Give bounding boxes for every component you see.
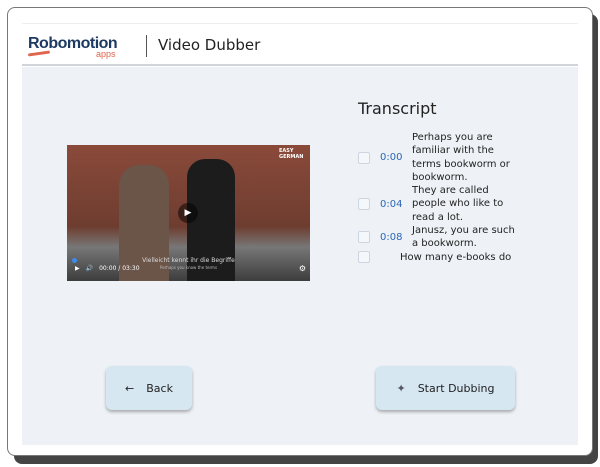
- transcript-text: How many e-books do: [400, 251, 512, 263]
- back-button[interactable]: ← Back: [106, 366, 192, 410]
- settings-icon[interactable]: ⚙: [299, 264, 306, 273]
- transcript-text: They are called people who like to read …: [412, 185, 504, 223]
- start-dubbing-button[interactable]: ✦ Start Dubbing: [376, 366, 515, 410]
- start-dubbing-label: Start Dubbing: [417, 381, 495, 395]
- main-content: EASY GERMAN ▶ Vielleicht kennt ihr die B…: [22, 67, 578, 445]
- header-divider: [146, 35, 147, 57]
- header: Robomotion apps Video Dubber: [22, 23, 578, 66]
- arrow-left-icon: ←: [125, 381, 135, 395]
- timestamp[interactable]: 0:08: [380, 232, 404, 243]
- back-label: Back: [146, 381, 173, 395]
- transcript-title: Transcript: [358, 99, 437, 118]
- transcript-row: How many e-books do: [356, 251, 536, 264]
- progress-handle[interactable]: [72, 258, 77, 263]
- play-icon[interactable]: ▶: [75, 265, 80, 272]
- watermark: EASY GERMAN: [279, 148, 304, 160]
- video-player[interactable]: EASY GERMAN ▶ Vielleicht kennt ihr die B…: [67, 145, 310, 281]
- subtitle-de: Vielleicht kennt ihr die Begriffe: [142, 257, 235, 264]
- transcript-text: Perhaps you are familiar with the terms …: [412, 132, 510, 183]
- timestamp[interactable]: 0:00: [380, 152, 404, 163]
- transcript-text: Janusz, you are such a bookworm.: [412, 225, 515, 250]
- row-checkbox[interactable]: [358, 231, 370, 244]
- row-checkbox[interactable]: [358, 151, 370, 164]
- transcript-row: 0:00 Perhaps you are familiar with the te…: [356, 131, 536, 184]
- center-play-button[interactable]: ▶: [178, 203, 198, 223]
- row-checkbox[interactable]: [358, 198, 370, 211]
- time-display: 00:00 / 03:30: [99, 265, 140, 272]
- row-checkbox[interactable]: [358, 251, 370, 264]
- app-title: Video Dubber: [158, 36, 261, 54]
- volume-icon[interactable]: 🔊: [86, 265, 93, 272]
- transcript-row: 0:04 They are called people who like to r…: [356, 184, 536, 224]
- sparkle-icon: ✦: [396, 381, 406, 395]
- logo-sub: apps: [96, 49, 116, 59]
- transcript-list[interactable]: 0:00 Perhaps you are familiar with the te…: [356, 131, 536, 265]
- timestamp[interactable]: 0:04: [380, 199, 404, 210]
- transcript-row: 0:08 Janusz, you are such a bookworm.: [356, 224, 536, 251]
